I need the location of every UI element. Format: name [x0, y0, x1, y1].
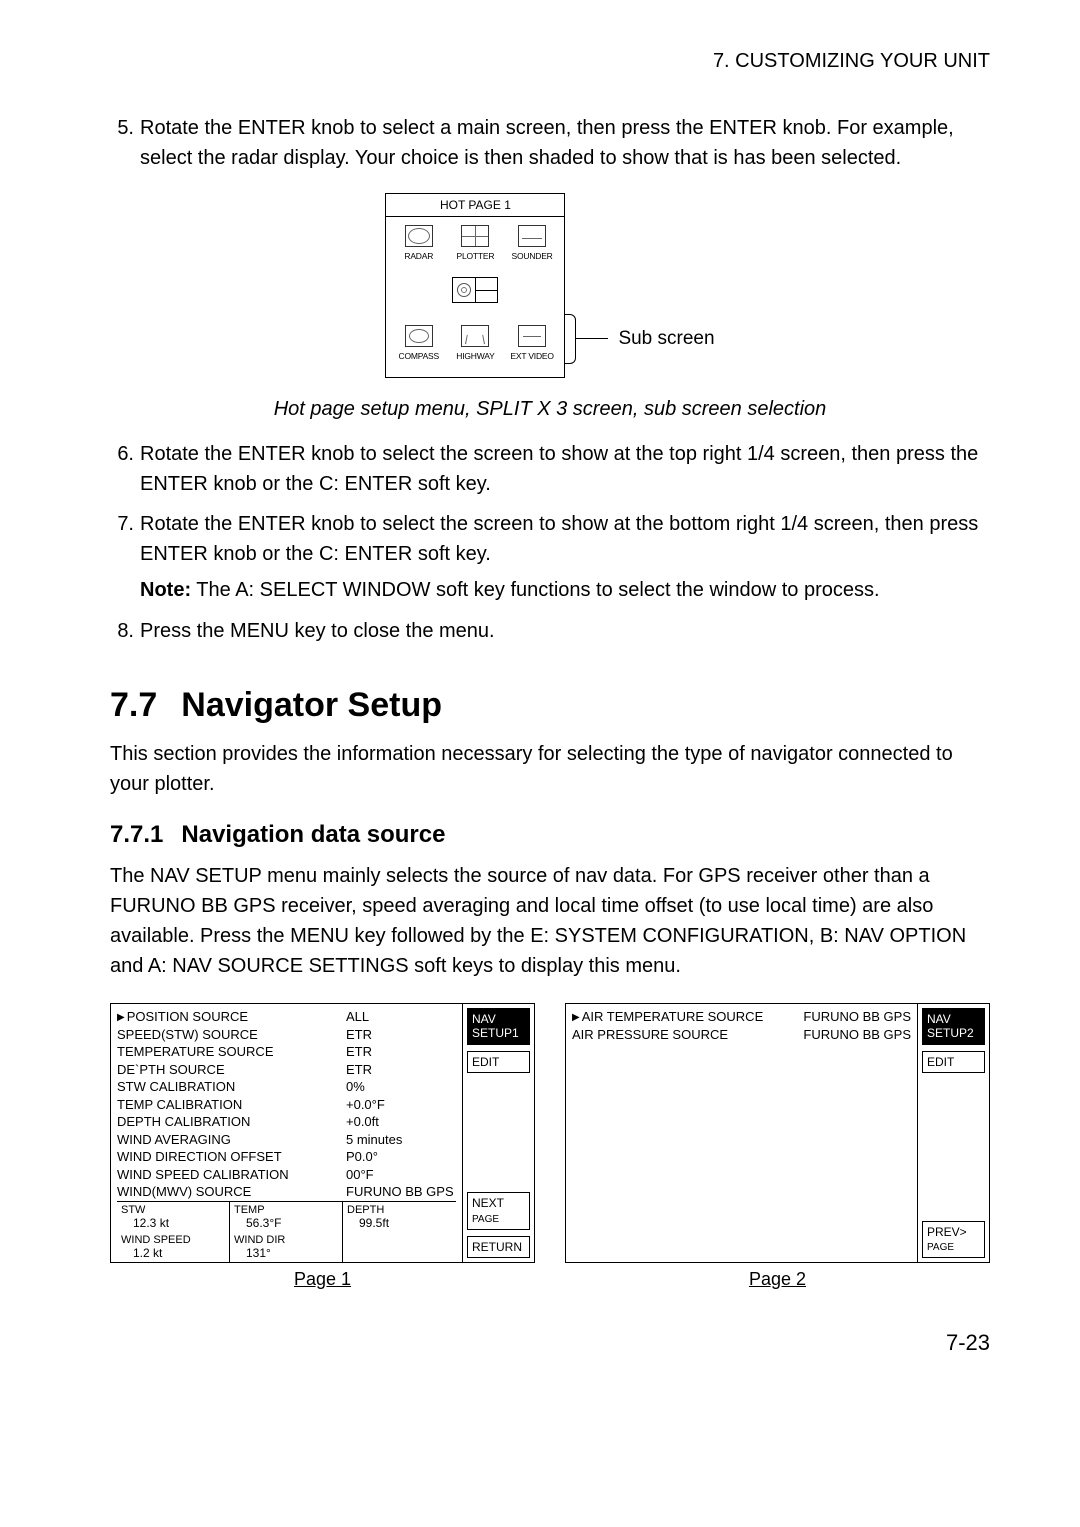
softkey-return[interactable]: RETURN	[467, 1236, 530, 1258]
step-number: 6.	[110, 439, 140, 499]
nav-setup-row[interactable]: WIND SPEED CALIBRATION00°F	[117, 1166, 456, 1184]
step-number: 8.	[110, 616, 140, 646]
hotpage-plotter[interactable]: PLOTTER	[447, 225, 503, 261]
compass-icon	[405, 325, 433, 347]
softkey-nav-setup1: NAVSETUP1	[467, 1008, 530, 1045]
note-bold: Note:	[140, 579, 191, 601]
status-winddir-label: WIND DIR	[234, 1234, 338, 1246]
hotpage-highway[interactable]: HIGHWAY	[447, 325, 503, 361]
highway-icon	[461, 325, 489, 347]
nav-screen1-caption: Page 1	[110, 1269, 535, 1290]
nav-setup2-softkeys: NAVSETUP2 EDIT PREV>PAGE	[917, 1004, 989, 1262]
status-stw-label: STW	[121, 1204, 225, 1216]
nav-setup-screen-1: POSITION SOURCEALLSPEED(STW) SOURCEETRTE…	[110, 1003, 535, 1263]
hotpage-figure: HOT PAGE 1 RADAR PLOTTER SOUNDER	[110, 193, 990, 378]
step-text: Rotate the ENTER knob to select the scre…	[140, 509, 990, 569]
step-6: 6. Rotate the ENTER knob to select the s…	[110, 439, 990, 499]
hotpage-sounder[interactable]: SOUNDER	[504, 225, 560, 261]
step-text: Rotate the ENTER knob to select the scre…	[140, 439, 990, 499]
sounder-icon	[518, 225, 546, 247]
section-heading: 7.7 Navigator Setup	[110, 686, 990, 725]
nav-setup-row[interactable]: DEPTH CALIBRATION+0.0ft	[117, 1113, 456, 1131]
softkey-next-page[interactable]: NEXTPAGE	[467, 1192, 530, 1229]
subsection-title: Navigation data source	[181, 821, 445, 848]
radar-label: RADAR	[391, 251, 447, 261]
status-depth-label: DEPTH	[347, 1204, 452, 1216]
step-number: 7.	[110, 509, 140, 569]
nav-setup-row[interactable]: TEMPERATURE SOURCEETR	[117, 1043, 456, 1061]
softkey-nav-setup2: NAVSETUP2	[922, 1008, 985, 1045]
hotpage-extvideo[interactable]: EXT VIDEO	[504, 325, 560, 361]
subsection-body: The NAV SETUP menu mainly selects the so…	[110, 861, 990, 981]
status-depth-value: 99.5ft	[347, 1216, 452, 1230]
radar-icon	[405, 225, 433, 247]
status-windspeed-label: WIND SPEED	[121, 1234, 225, 1246]
compass-label: COMPASS	[391, 351, 447, 361]
status-temp-value: 56.3°F	[234, 1216, 338, 1230]
softkey-prev-page[interactable]: PREV>PAGE	[922, 1221, 985, 1258]
hotpage-row-bottom: COMPASS HIGHWAY EXT VIDEO	[386, 317, 564, 363]
nav-setup-row[interactable]: WIND AVERAGING5 minutes	[117, 1131, 456, 1149]
plotter-label: PLOTTER	[447, 251, 503, 261]
nav-setup2-main: AIR TEMPERATURE SOURCEFURUNO BB GPSAIR P…	[566, 1004, 917, 1262]
plotter-icon	[461, 225, 489, 247]
hotpage-radar[interactable]: RADAR	[391, 225, 447, 261]
step-text: Rotate the ENTER knob to select a main s…	[140, 113, 990, 173]
hotpage-panel: HOT PAGE 1 RADAR PLOTTER SOUNDER	[385, 193, 565, 378]
nav-setup-screen-2: AIR TEMPERATURE SOURCEFURUNO BB GPSAIR P…	[565, 1003, 990, 1263]
page-header: 7. CUSTOMIZING YOUR UNIT	[110, 50, 990, 73]
nav-setup-row[interactable]: WIND DIRECTION OFFSETP0.0°	[117, 1148, 456, 1166]
nav-screen2-caption: Page 2	[565, 1269, 990, 1290]
step-7: 7. Rotate the ENTER knob to select the s…	[110, 509, 990, 569]
section-number: 7.7	[110, 686, 157, 724]
nav-setup-row[interactable]: SPEED(STW) SOURCEETR	[117, 1026, 456, 1044]
step-number: 5.	[110, 113, 140, 173]
nav-status-grid: STW12.3 kt TEMP56.3°F DEPTH99.5ft WIND S…	[117, 1201, 456, 1262]
highway-label: HIGHWAY	[447, 351, 503, 361]
subsection-number: 7.7.1	[110, 821, 163, 848]
status-stw-value: 12.3 kt	[121, 1216, 225, 1230]
hotpage-compass[interactable]: COMPASS	[391, 325, 447, 361]
sounder-label: SOUNDER	[504, 251, 560, 261]
hotpage-row-top: RADAR PLOTTER SOUNDER	[386, 217, 564, 263]
subscreen-icon[interactable]	[452, 277, 498, 303]
figure-caption-hotpage: Hot page setup menu, SPLIT X 3 screen, s…	[110, 398, 990, 421]
nav-setup-row[interactable]: STW CALIBRATION0%	[117, 1078, 456, 1096]
section-intro: This section provides the information ne…	[110, 739, 990, 799]
softkey-edit[interactable]: EDIT	[467, 1051, 530, 1073]
hotpage-subscreen-preview	[386, 263, 564, 317]
extvideo-icon	[518, 325, 546, 347]
step-5: 5. Rotate the ENTER knob to select a mai…	[110, 113, 990, 173]
nav-setup-row[interactable]: WIND(MWV) SOURCEFURUNO BB GPS	[117, 1183, 456, 1201]
hotpage-title: HOT PAGE 1	[386, 194, 564, 217]
status-winddir-value: 131°	[234, 1246, 338, 1260]
note-text: The A: SELECT WINDOW soft key functions …	[191, 579, 879, 601]
softkey-edit[interactable]: EDIT	[922, 1051, 985, 1073]
nav-setup-row[interactable]: POSITION SOURCEALL	[117, 1008, 456, 1026]
sub-screen-label: Sub screen	[618, 328, 714, 350]
nav-setup1-main: POSITION SOURCEALLSPEED(STW) SOURCEETRTE…	[111, 1004, 462, 1262]
status-temp-label: TEMP	[234, 1204, 338, 1216]
step-text: Press the MENU key to close the menu.	[140, 616, 990, 646]
page-number: 7-23	[110, 1330, 990, 1356]
subsection-heading: 7.7.1 Navigation data source	[110, 821, 990, 849]
nav-setup-row[interactable]: AIR PRESSURE SOURCEFURUNO BB GPS	[572, 1026, 911, 1044]
section-title: Navigator Setup	[181, 686, 442, 724]
nav-setup1-softkeys: NAVSETUP1 EDIT NEXTPAGE RETURN	[462, 1004, 534, 1262]
step-8: 8. Press the MENU key to close the menu.	[110, 616, 990, 646]
sub-screen-connector	[564, 208, 608, 364]
nav-setup-row[interactable]: TEMP CALIBRATION+0.0°F	[117, 1096, 456, 1114]
note: Note: The A: SELECT WINDOW soft key func…	[140, 579, 990, 602]
nav-setup-row[interactable]: AIR TEMPERATURE SOURCEFURUNO BB GPS	[572, 1008, 911, 1026]
nav-setup-row[interactable]: DE`PTH SOURCEETR	[117, 1061, 456, 1079]
extvideo-label: EXT VIDEO	[504, 351, 560, 361]
status-windspeed-value: 1.2 kt	[121, 1246, 225, 1260]
